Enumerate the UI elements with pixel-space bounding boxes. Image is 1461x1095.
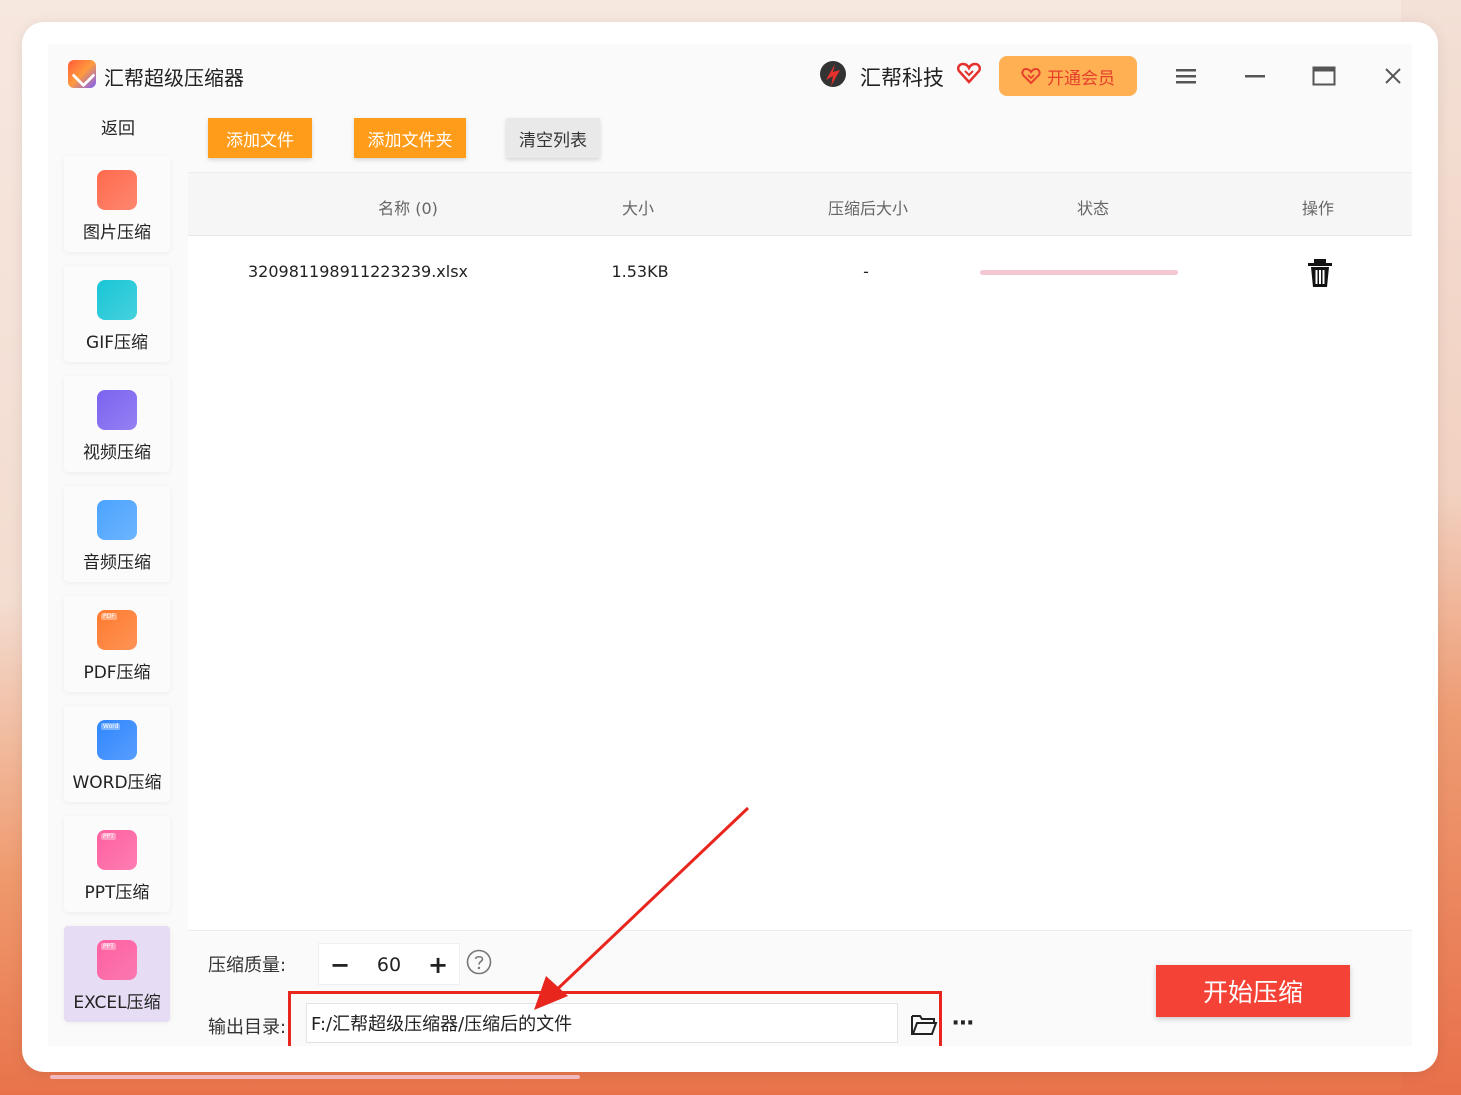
add-file-button[interactable]: 添加文件 — [208, 118, 312, 158]
sidebar-item-pdf[interactable]: PDF PDF压缩 — [64, 596, 170, 692]
title-bar: 汇帮超级压缩器 汇帮科技 开通会员 — [48, 44, 1412, 108]
trash-icon[interactable] — [1306, 258, 1334, 288]
logo-icon — [68, 60, 96, 88]
word-icon: Word — [97, 720, 137, 760]
excel-icon: PPT — [97, 940, 137, 980]
folder-icon[interactable] — [910, 1013, 938, 1037]
column-size[interactable]: 大小 — [578, 195, 698, 219]
icon-tag: Word — [101, 723, 121, 730]
main-panel: 添加文件 添加文件夹 清空列表 名称 (0) 大小 压缩后大小 状态 操作 32… — [188, 108, 1412, 1046]
sidebar-item-label: 音频压缩 — [83, 553, 151, 573]
sidebar-item-image[interactable]: 图片压缩 — [64, 156, 170, 252]
pdf-icon: PDF — [97, 610, 137, 650]
status-progress-bar — [980, 270, 1178, 275]
output-dir-label: 输出目录: — [208, 1017, 287, 1038]
help-icon[interactable] — [466, 949, 492, 975]
audio-icon — [97, 500, 137, 540]
scroll-indicator — [50, 1075, 580, 1079]
sidebar-item-label: PDF压缩 — [83, 663, 151, 683]
file-size: 1.53KB — [611, 262, 669, 281]
quality-stepper: − 60 + — [318, 943, 460, 985]
column-action: 操作 — [1301, 199, 1334, 218]
vip-button[interactable]: 开通会员 — [999, 56, 1137, 96]
sidebar-item-video[interactable]: 视频压缩 — [64, 376, 170, 472]
sidebar-item-audio[interactable]: 音频压缩 — [64, 486, 170, 582]
clear-list-button[interactable]: 清空列表 — [506, 118, 600, 158]
quality-label: 压缩质量: — [208, 955, 287, 976]
icon-tag: PDF — [101, 613, 117, 620]
app-window: 汇帮超级压缩器 汇帮科技 开通会员 返回 图片压缩 GIF压缩 视频压缩 音频压… — [48, 44, 1412, 1046]
quality-increase-button[interactable]: + — [423, 950, 453, 980]
minimize-icon[interactable] — [1241, 62, 1269, 90]
sidebar: 返回 图片压缩 GIF压缩视频压缩音频压缩 PDF PDF压缩 Word WORD压缩 PP… — [48, 108, 188, 1046]
sidebar-item-ppt[interactable]: PPT PPT压缩 — [64, 816, 170, 912]
quality-decrease-button[interactable]: − — [325, 950, 355, 980]
ppt-icon: PPT — [97, 830, 137, 870]
sidebar-item-label: 图片压缩 — [83, 223, 151, 243]
output-dir-input[interactable] — [306, 1003, 898, 1043]
maximize-icon[interactable] — [1310, 62, 1338, 90]
icon-tag: PPT — [101, 943, 116, 950]
table-row[interactable]: 320981198911223239.xlsx 1.53KB - — [188, 238, 1412, 306]
add-folder-button[interactable]: 添加文件夹 — [354, 118, 466, 158]
menu-icon[interactable] — [1172, 62, 1200, 90]
quality-value[interactable]: 60 — [365, 954, 413, 976]
compressed-size: - — [863, 262, 869, 281]
sidebar-item-gif[interactable]: GIF压缩 — [64, 266, 170, 362]
brand-logo-icon — [820, 61, 846, 87]
vip-heart-icon — [1021, 67, 1041, 85]
heart-icon[interactable] — [956, 60, 982, 86]
start-compress-button[interactable]: 开始压缩 — [1156, 965, 1350, 1017]
sidebar-item-label: GIF压缩 — [86, 333, 148, 353]
brand-name: 汇帮科技 — [860, 66, 944, 90]
video-icon — [97, 390, 137, 430]
sidebar-item-label: WORD压缩 — [72, 773, 162, 793]
file-name: 320981198911223239.xlsx — [247, 262, 469, 281]
more-options-icon[interactable]: ⋯ — [952, 1011, 982, 1036]
toolbar: 添加文件 添加文件夹 清空列表 — [188, 108, 1412, 172]
column-name[interactable]: 名称 (0) — [288, 195, 528, 219]
sidebar-item-label: 视频压缩 — [83, 443, 151, 463]
vip-label: 开通会员 — [1047, 68, 1115, 88]
gif-icon — [97, 280, 137, 320]
table-header: 名称 (0) 大小 压缩后大小 状态 操作 — [188, 172, 1412, 236]
app-title: 汇帮超级压缩器 — [104, 66, 244, 90]
sidebar-item-excel[interactable]: PPT EXCEL压缩 — [64, 926, 170, 1022]
bottom-panel: 压缩质量: − 60 + 输出目录: ⋯ 开始压缩 — [188, 930, 1412, 1046]
close-icon[interactable] — [1379, 62, 1407, 90]
sidebar-item-label: EXCEL压缩 — [73, 993, 161, 1013]
column-compressed-size[interactable]: 压缩后大小 — [788, 195, 948, 219]
image-icon — [97, 170, 137, 210]
column-status[interactable]: 状态 — [1033, 195, 1153, 219]
sidebar-item-word[interactable]: Word WORD压缩 — [64, 706, 170, 802]
icon-tag: PPT — [101, 833, 116, 840]
sidebar-item-label: PPT压缩 — [84, 883, 150, 903]
back-link[interactable]: 返回 — [48, 114, 188, 139]
